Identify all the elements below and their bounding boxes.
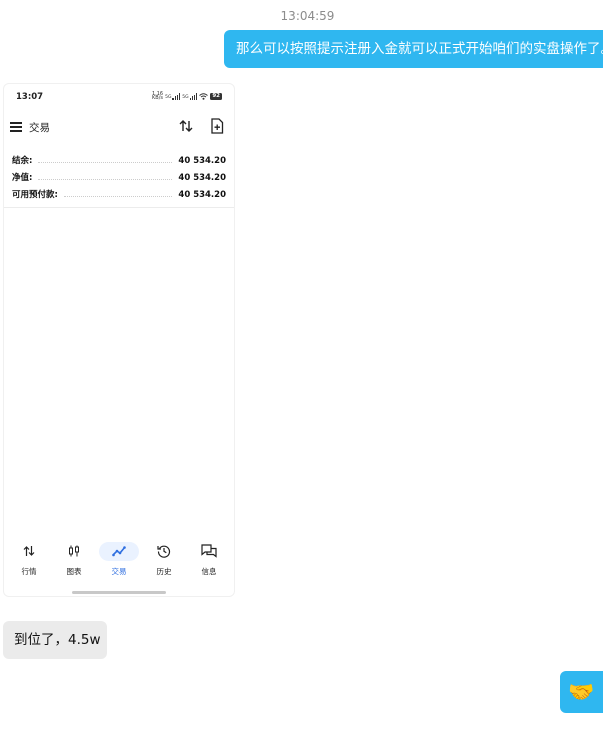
balance-row: 结余: 40 534.20 — [12, 156, 226, 166]
free-margin-row: 可用预付款: 40 534.20 — [12, 190, 226, 200]
signal-icon: 5G — [165, 92, 181, 100]
new-order-icon[interactable] — [210, 118, 224, 134]
divider — [4, 207, 234, 208]
signal-icon: 5G — [182, 92, 198, 100]
candlestick-chart-icon — [69, 545, 79, 557]
chat-window: 13:04:59 那么可以按照提示注册入金就可以正式开始咱们的实盘操作了。 13… — [0, 0, 603, 729]
trade-trend-icon — [112, 546, 126, 557]
outgoing-message-bubble[interactable]: 那么可以按照提示注册入金就可以正式开始咱们的实盘操作了。 — [224, 30, 603, 68]
status-time: 13:07 — [16, 92, 44, 102]
menu-icon[interactable] — [10, 122, 22, 132]
equity-row: 净值: 40 534.20 — [12, 173, 226, 183]
wifi-icon — [199, 92, 209, 100]
handshake-emoji: 🤝 — [568, 679, 595, 704]
outgoing-emoji-bubble[interactable]: 🤝 — [560, 671, 603, 713]
network-speed: 1.16 KB/s — [151, 91, 164, 101]
phone-status-bar: 13:07 1.16 KB/s 5G 5G 92 — [16, 90, 222, 104]
nav-tab-messages[interactable]: 信息 — [188, 540, 230, 577]
history-clock-icon — [157, 545, 171, 558]
account-summary: 结余: 40 534.20 净值: 40 534.20 可用预付款: 40 53… — [12, 154, 226, 205]
bottom-nav: 行情 图表 交易 历史 信息 — [4, 540, 234, 580]
sort-arrows-icon[interactable] — [178, 118, 194, 134]
quotes-arrows-icon — [23, 546, 35, 556]
screenshot-image-message[interactable]: 13:07 1.16 KB/s 5G 5G 92 交易 结余: 40 534.2… — [3, 83, 235, 597]
home-indicator — [72, 591, 166, 594]
nav-tab-trade[interactable]: 交易 — [98, 540, 140, 577]
messages-icon — [201, 544, 217, 558]
nav-tab-quotes[interactable]: 行情 — [8, 540, 50, 577]
app-title: 交易 — [29, 122, 50, 134]
status-icons: 1.16 KB/s 5G 5G 92 — [151, 91, 222, 101]
incoming-message-bubble[interactable]: 到位了，4.5w — [3, 621, 107, 659]
app-header: 交易 — [10, 116, 226, 138]
nav-tab-charts[interactable]: 图表 — [53, 540, 95, 577]
battery-icon: 92 — [210, 92, 222, 100]
nav-tab-history[interactable]: 历史 — [143, 540, 185, 577]
message-timestamp: 13:04:59 — [280, 9, 335, 23]
